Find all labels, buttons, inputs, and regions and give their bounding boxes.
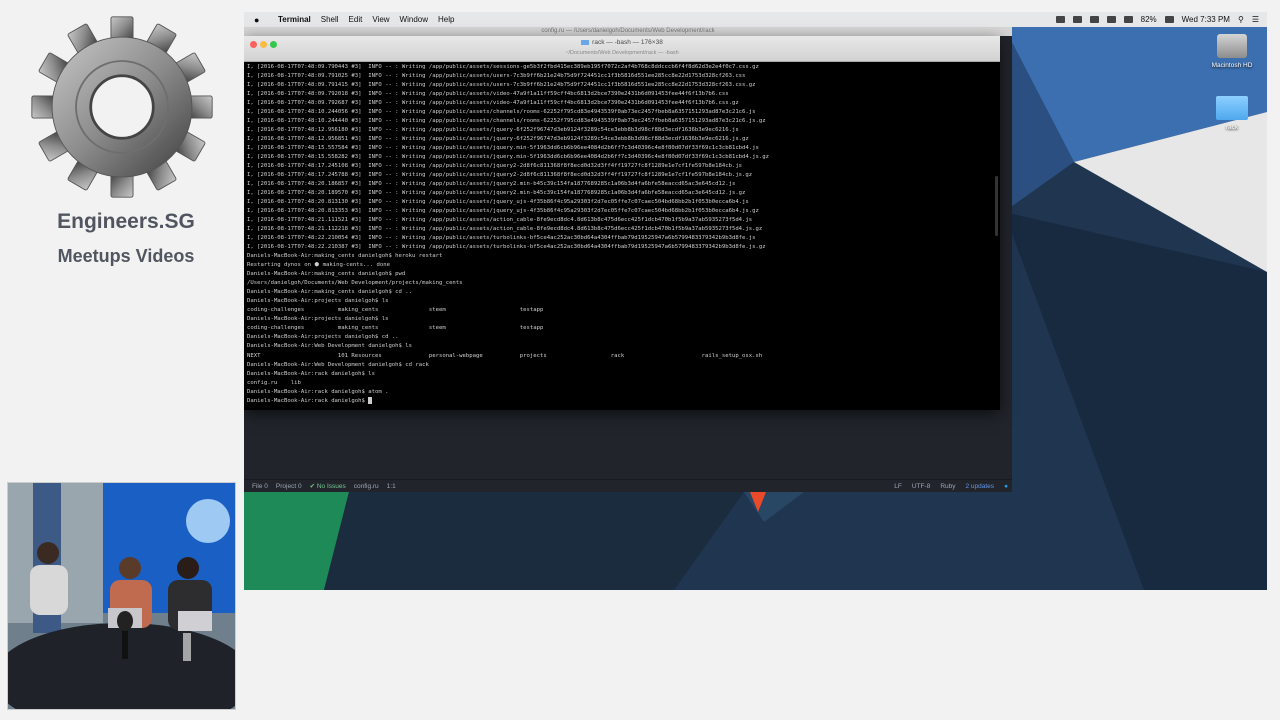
terminal-line: Daniels-MacBook-Air:Web Development dani… (247, 343, 413, 350)
desktop-item-label: rack (1225, 124, 1239, 131)
apple-icon[interactable]: ● (254, 15, 268, 25)
status-project-count[interactable]: Project 0 (276, 483, 302, 490)
status-cursor-position[interactable]: 1:1 (387, 483, 396, 490)
status-grammar[interactable]: Ruby (940, 483, 955, 490)
terminal-scrollbar[interactable] (995, 176, 998, 236)
terminal-line: I, [2016-08-17T07:48:20.813130 #3] INFO … (247, 199, 749, 206)
terminal-line: /Users/danielgoh/Documents/Web Developme… (247, 280, 463, 287)
terminal-line: Daniels-MacBook-Air:projects danielgoh$ … (247, 298, 389, 305)
terminal-title: rack — -bash — 176×38 (244, 39, 1000, 46)
dropbox-icon[interactable] (1055, 16, 1065, 23)
twitter-icon[interactable]: ● (1004, 483, 1008, 490)
terminal-line: I, [2016-08-17T07:48:21.111521 #3] INFO … (247, 217, 753, 224)
terminal-line: I, [2016-08-17T07:48:12.956180 #3] INFO … (247, 127, 739, 134)
terminal-line: I, [2016-08-17T07:48:09.791415 #3] INFO … (247, 82, 756, 89)
terminal-line: I, [2016-08-17T07:48:20.189570 #3] INFO … (247, 190, 746, 197)
hard-drive-icon (1217, 34, 1247, 58)
terminal-line: I, [2016-08-17T07:48:10.244056 #3] INFO … (247, 109, 756, 116)
folder-icon (581, 39, 590, 45)
brand-panel: Engineers.SG Meetups Videos (0, 0, 243, 480)
terminal-line: I, [2016-08-17T07:48:12.956851 #3] INFO … (247, 136, 749, 143)
terminal-line: Daniels-MacBook-Air:rack danielgoh$ atom… (247, 388, 389, 395)
terminal-line: Daniels-MacBook-Air:making_cents danielg… (247, 271, 406, 278)
status-filename[interactable]: config.ru (354, 483, 379, 490)
terminal-line: I, [2016-08-17T07:48:22.210387 #3] INFO … (247, 244, 766, 251)
notification-center-icon[interactable]: ☰ (1252, 15, 1259, 24)
status-linter[interactable]: ✔ No Issues (310, 482, 346, 490)
terminal-line: I, [2016-08-17T07:48:09.792018 #3] INFO … (247, 91, 729, 98)
desktop-item-label: Macintosh HD (1211, 62, 1253, 69)
terminal-titlebar[interactable]: rack — -bash — 176×38 ~/Documents/Web De… (244, 36, 1000, 62)
airplay-icon[interactable] (1089, 16, 1099, 23)
menu-help[interactable]: Help (438, 15, 454, 24)
menu-view[interactable]: View (372, 15, 389, 24)
terminal-line: NEXT 101 Resources personal-webpage proj… (247, 352, 763, 359)
terminal-line: Daniels-MacBook-Air:making_cents danielg… (247, 253, 443, 260)
terminal-line: I, [2016-08-17T07:48:15.558282 #3] INFO … (247, 154, 769, 161)
terminal-line: Daniels-MacBook-Air:rack danielgoh$ ls (247, 370, 375, 377)
terminal-line: Restarting dynos on ⬢ making-cents... do… (247, 262, 390, 269)
status-encoding[interactable]: UTF-8 (912, 483, 930, 490)
editor-title: config.ru — /Users/danielgoh/Documents/W… (244, 27, 1012, 36)
terminal-line: I, [2016-08-17T07:48:09.792687 #3] INFO … (247, 100, 739, 107)
status-issues: No Issues (316, 483, 346, 490)
menu-window[interactable]: Window (400, 15, 428, 24)
spotlight-icon[interactable]: ⚲ (1238, 15, 1244, 24)
status-line-ending[interactable]: LF (894, 483, 902, 490)
terminal-title-text: rack — -bash — 176×38 (592, 39, 663, 46)
terminal-line: I, [2016-08-17T07:48:20.186857 #3] INFO … (247, 181, 736, 188)
terminal-line: I, [2016-08-17T07:48:09.790443 #3] INFO … (247, 64, 759, 70)
editor-status-bar: File 0 Project 0 ✔ No Issues config.ru 1… (244, 479, 1012, 492)
terminal-tab[interactable]: ~/Documents/Web Development/rack — -bash (244, 50, 1000, 56)
battery-percent[interactable]: 82% (1141, 15, 1157, 24)
battery-icon[interactable] (1164, 16, 1174, 23)
status-file-count[interactable]: File 0 (252, 483, 268, 490)
terminal-line: coding-challenges making_cents steem tes… (247, 325, 544, 332)
webcam-feed (7, 482, 236, 710)
brand-subtitle: Meetups Videos (57, 246, 195, 266)
terminal-line: config.ru lib (247, 379, 301, 386)
terminal-line: Daniels-MacBook-Air:projects danielgoh$ … (247, 316, 389, 323)
bluetooth-icon[interactable] (1072, 16, 1082, 23)
terminal-line: Daniels-MacBook-Air:making_cents danielg… (247, 289, 413, 296)
gear-icon (31, 16, 213, 198)
wifi-icon[interactable] (1106, 16, 1116, 23)
terminal-line: I, [2016-08-17T07:48:21.112218 #3] INFO … (247, 226, 763, 233)
terminal-line: Daniels-MacBook-Air:rack danielgoh$ (247, 396, 997, 406)
terminal-line: I, [2016-08-17T07:48:17.245788 #3] INFO … (247, 172, 753, 179)
menu-shell[interactable]: Shell (321, 15, 339, 24)
terminal-line: I, [2016-08-17T07:48:20.813353 #3] INFO … (247, 208, 759, 215)
terminal-line: I, [2016-08-17T07:48:10.244440 #3] INFO … (247, 118, 766, 125)
menu-app-terminal[interactable]: Terminal (278, 15, 311, 24)
terminal-line: I, [2016-08-17T07:48:17.245108 #3] INFO … (247, 163, 743, 170)
terminal-line: Daniels-MacBook-Air:Web Development dani… (247, 361, 429, 368)
menu-clock[interactable]: Wed 7:33 PM (1182, 15, 1230, 24)
menu-bar: ● Terminal Shell Edit View Window Help 8… (244, 12, 1267, 27)
folder-icon (1216, 96, 1248, 120)
menu-edit[interactable]: Edit (349, 15, 363, 24)
terminal-cursor (368, 396, 373, 404)
volume-icon[interactable] (1123, 16, 1133, 23)
terminal-line: I, [2016-08-17T07:48:22.210054 #3] INFO … (247, 235, 756, 242)
desktop-item-macintosh-hd[interactable]: Macintosh HD (1197, 34, 1267, 69)
brand-title: Engineers.SG (57, 210, 195, 233)
terminal-output[interactable]: I, [2016-08-17T07:48:09.790443 #3] INFO … (244, 62, 1000, 407)
terminal-line: I, [2016-08-17T07:48:09.791025 #3] INFO … (247, 73, 746, 80)
terminal-line: coding-challenges making_cents steem tes… (247, 307, 544, 314)
screen-capture: ● Terminal Shell Edit View Window Help 8… (244, 12, 1267, 590)
desktop-item-rack[interactable]: rack (1197, 96, 1267, 131)
status-updates[interactable]: 2 updates (966, 483, 995, 490)
terminal-window[interactable]: rack — -bash — 176×38 ~/Documents/Web De… (244, 36, 1000, 410)
terminal-line: I, [2016-08-17T07:48:15.557584 #3] INFO … (247, 145, 759, 152)
terminal-line: Daniels-MacBook-Air:projects danielgoh$ … (247, 334, 399, 341)
